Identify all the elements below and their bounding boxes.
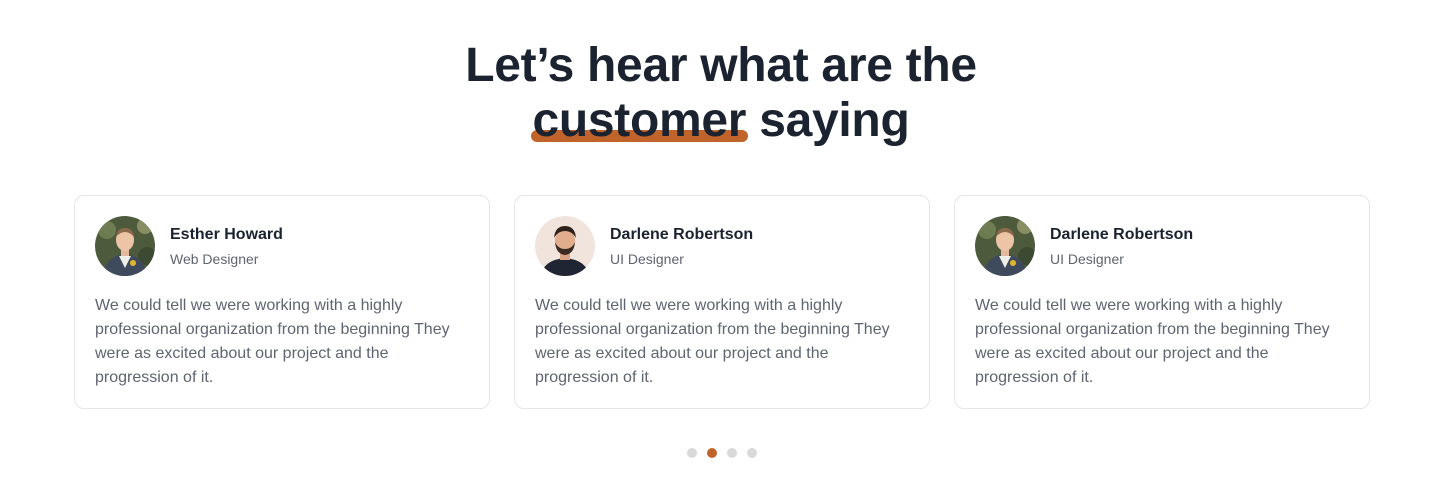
testimonial-card: Darlene Robertson UI Designer We could t… [514,195,930,409]
pagination-dot-3[interactable] [727,448,737,458]
testimonial-quote: We could tell we were working with a hig… [535,297,890,386]
author-meta: Esther Howard Web Designer [170,225,283,268]
avatar [975,216,1035,276]
testimonial-card: Esther Howard Web Designer We could tell… [74,195,490,409]
author-name: Darlene Robertson [1050,225,1194,243]
testimonial-header: Darlene Robertson UI Designer [975,216,1349,276]
man-in-suit-icon [95,216,155,276]
testimonial-quote: We could tell we were working with a hig… [975,297,1330,386]
testimonial-quote: We could tell we were working with a hig… [95,297,450,386]
testimonial-header: Darlene Robertson UI Designer [535,216,909,276]
section-heading: Let’s hear what are the customer saying [0,38,1442,148]
author-role: UI Designer [610,250,684,267]
man-in-suit-icon [975,216,1035,276]
heading-line-2: customer saying [0,93,1442,148]
author-meta: Darlene Robertson UI Designer [610,225,753,268]
testimonial-carousel: Esther Howard Web Designer We could tell… [74,195,1370,409]
pagination-dot-2-active[interactable] [707,448,717,458]
avatar [95,216,155,276]
testimonial-card: Darlene Robertson UI Designer We could t… [954,195,1370,409]
heading-rest: saying [746,94,910,147]
author-name: Darlene Robertson [610,225,754,243]
bearded-man-icon [535,216,595,276]
author-role: Web Designer [170,250,259,267]
heading-highlight-word: customer [530,94,748,147]
author-role: UI Designer [1050,250,1124,267]
pagination-dot-1[interactable] [687,448,697,458]
carousel-pagination [687,448,757,458]
author-meta: Darlene Robertson UI Designer [1050,225,1193,268]
avatar [535,216,595,276]
heading-line-1: Let’s hear what are the [465,39,977,92]
author-name: Esther Howard [170,225,283,243]
testimonial-header: Esther Howard Web Designer [95,216,469,276]
pagination-dot-4[interactable] [747,448,757,458]
